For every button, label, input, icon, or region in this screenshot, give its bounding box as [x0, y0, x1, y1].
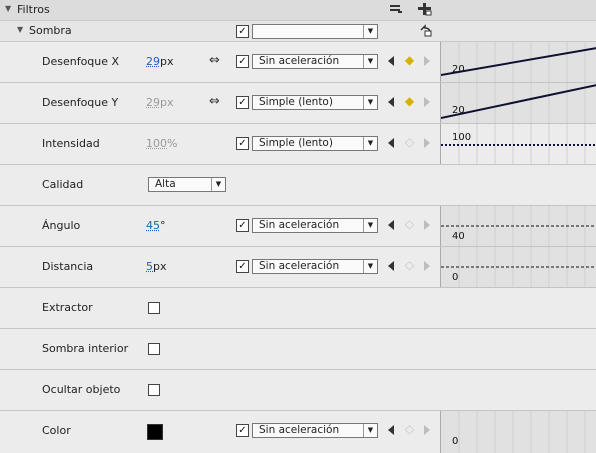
keyframe-diamond-icon[interactable]: ◇	[404, 424, 415, 435]
property-row-hide-object: Ocultar objeto	[0, 370, 596, 411]
minus-filter-icon[interactable]	[389, 3, 403, 18]
next-keyframe-icon[interactable]	[424, 138, 430, 148]
property-label: Color	[42, 424, 71, 437]
property-row-blur-y: Desenfoque Y 29px ⇔ ✓ Simple (lento) ▼ ◆ …	[0, 83, 596, 124]
property-row-knockout: Extractor	[0, 288, 596, 329]
timeline-graph[interactable]: 100	[440, 124, 596, 164]
property-value[interactable]: 100%	[146, 137, 177, 150]
hide-object-checkbox[interactable]	[148, 384, 160, 396]
link-icon[interactable]: ⇔	[209, 94, 220, 109]
property-row-inner-shadow: Sombra interior	[0, 329, 596, 370]
chevron-down-icon: ▼	[363, 137, 377, 150]
triangle-down-icon[interactable]: ▼	[5, 4, 11, 13]
timeline-graph[interactable]: 20	[440, 42, 596, 82]
chevron-down-icon: ▼	[363, 96, 377, 109]
property-value[interactable]: 29px	[146, 96, 174, 109]
color-swatch[interactable]	[147, 424, 163, 440]
property-enable-checkbox[interactable]: ✓	[236, 260, 249, 273]
property-value[interactable]: 45°	[146, 219, 166, 232]
knockout-checkbox[interactable]	[148, 302, 160, 314]
keyframe-diamond-icon[interactable]: ◆	[404, 55, 415, 66]
timeline-label: 20	[452, 105, 465, 116]
property-label: Sombra interior	[42, 342, 128, 355]
timeline-graph[interactable]: 0	[440, 411, 596, 453]
ease-dropdown[interactable]: Sin aceleración ▼	[252, 54, 378, 69]
property-row-distance: Distancia 5px ✓ Sin aceleración ▼ ◇ 0	[0, 247, 596, 288]
next-keyframe-icon[interactable]	[424, 425, 430, 435]
shadow-enable-checkbox[interactable]: ✓	[236, 25, 249, 38]
keyframe-diamond-icon[interactable]: ◇	[404, 260, 415, 271]
inner-shadow-checkbox[interactable]	[148, 343, 160, 355]
reset-icon[interactable]	[418, 24, 434, 41]
property-row-quality: Calidad Alta ▼	[0, 165, 596, 206]
timeline-graph[interactable]: 40	[440, 206, 596, 246]
property-enable-checkbox[interactable]: ✓	[236, 219, 249, 232]
property-row-blur-x: Desenfoque X 29px ⇔ ✓ Sin aceleración ▼ ◆…	[0, 42, 596, 83]
shadow-title: Sombra	[29, 24, 72, 37]
prev-keyframe-icon[interactable]	[388, 261, 394, 271]
property-label: Ocultar objeto	[42, 383, 120, 396]
prev-keyframe-icon[interactable]	[388, 138, 394, 148]
chevron-down-icon: ▼	[363, 260, 377, 273]
property-label: Intensidad	[42, 137, 100, 150]
chevron-down-icon: ▼	[211, 178, 225, 191]
filters-header[interactable]: ▼ Filtros	[0, 0, 596, 21]
timeline-graph[interactable]: 20	[440, 83, 596, 123]
property-label: Ángulo	[42, 219, 80, 232]
quality-select[interactable]: Alta ▼	[148, 177, 226, 192]
property-enable-checkbox[interactable]: ✓	[236, 55, 249, 68]
ease-dropdown[interactable]: Sin aceleración ▼	[252, 259, 378, 274]
property-enable-checkbox[interactable]: ✓	[236, 137, 249, 150]
timeline-graph[interactable]: 0	[440, 247, 596, 287]
ease-dropdown[interactable]: Simple (lento) ▼	[252, 136, 378, 151]
next-keyframe-icon[interactable]	[424, 56, 430, 66]
property-row-angle: Ángulo 45° ✓ Sin aceleración ▼ ◇ 40	[0, 206, 596, 247]
next-keyframe-icon[interactable]	[424, 261, 430, 271]
prev-keyframe-icon[interactable]	[388, 220, 394, 230]
timeline-label: 100	[452, 132, 471, 143]
next-keyframe-icon[interactable]	[424, 220, 430, 230]
chevron-down-icon: ▼	[363, 424, 377, 437]
prev-keyframe-icon[interactable]	[388, 425, 394, 435]
shadow-filter-header[interactable]: ▼ Sombra ✓ ▼	[0, 21, 596, 42]
property-value[interactable]: 29px	[146, 55, 174, 68]
filters-title: Filtros	[17, 3, 50, 16]
prev-keyframe-icon[interactable]	[388, 97, 394, 107]
plus-filter-icon[interactable]	[418, 3, 432, 19]
next-keyframe-icon[interactable]	[424, 97, 430, 107]
ease-dropdown[interactable]: Sin aceleración ▼	[252, 218, 378, 233]
property-label: Extractor	[42, 301, 93, 314]
triangle-down-icon[interactable]: ▼	[17, 25, 23, 34]
property-value[interactable]: 5px	[146, 260, 167, 273]
property-label: Desenfoque Y	[42, 96, 118, 109]
property-enable-checkbox[interactable]: ✓	[236, 424, 249, 437]
timeline-label: 0	[452, 436, 458, 447]
chevron-down-icon: ▼	[363, 219, 377, 232]
timeline-label: 40	[452, 231, 465, 242]
property-label: Calidad	[42, 178, 83, 191]
keyframe-diamond-icon[interactable]: ◆	[404, 96, 415, 107]
ease-dropdown[interactable]: Simple (lento) ▼	[252, 95, 378, 110]
chevron-down-icon: ▼	[363, 55, 377, 68]
timeline-label: 20	[452, 64, 465, 75]
property-enable-checkbox[interactable]: ✓	[236, 96, 249, 109]
shadow-preset-dropdown[interactable]: ▼	[252, 24, 378, 39]
link-icon[interactable]: ⇔	[209, 53, 220, 68]
keyframe-diamond-icon[interactable]: ◇	[404, 137, 415, 148]
property-row-intensity: Intensidad 100% ✓ Simple (lento) ▼ ◇ 100	[0, 124, 596, 165]
keyframe-diamond-icon[interactable]: ◇	[404, 219, 415, 230]
prev-keyframe-icon[interactable]	[388, 56, 394, 66]
property-row-color: Color ✓ Sin aceleración ▼ ◇ 0	[0, 411, 596, 453]
chevron-down-icon: ▼	[363, 25, 377, 38]
ease-dropdown[interactable]: Sin aceleración ▼	[252, 423, 378, 438]
property-label: Desenfoque X	[42, 55, 119, 68]
timeline-label: 0	[452, 272, 458, 283]
property-label: Distancia	[42, 260, 93, 273]
